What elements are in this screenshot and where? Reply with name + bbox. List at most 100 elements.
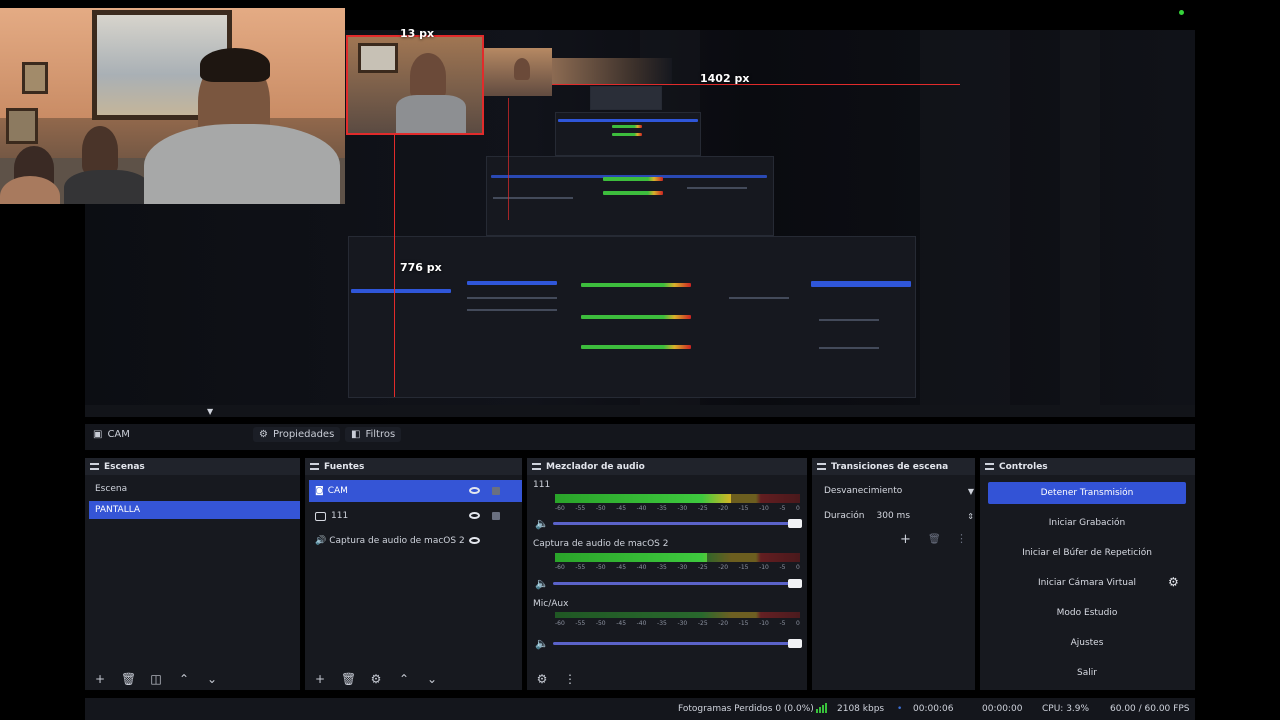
speaker-icon[interactable]: 🔈 bbox=[535, 577, 549, 590]
source-label: 111 bbox=[331, 511, 349, 521]
controls-dock: Controles Detener Transmisión Iniciar Gr… bbox=[980, 458, 1195, 690]
chevron-down-icon[interactable]: ▼ bbox=[207, 407, 213, 416]
source-name: ▣ CAM bbox=[93, 429, 130, 440]
trash-icon[interactable]: 🗑 bbox=[341, 672, 356, 686]
source-toolbar: ▣ CAM ⚙ Propiedades ◧ Filtros bbox=[85, 424, 1195, 450]
selected-source-box[interactable] bbox=[348, 37, 482, 133]
lock-icon[interactable] bbox=[492, 487, 500, 495]
properties-button[interactable]: ⚙ Propiedades bbox=[253, 427, 341, 442]
controls-header[interactable]: Controles bbox=[980, 458, 1195, 475]
trash-icon[interactable]: 🗑 bbox=[121, 672, 136, 686]
source-label: Captura de audio de macOS 2 bbox=[329, 536, 465, 546]
scenes-header[interactable]: Escenas bbox=[85, 458, 300, 475]
volume-slider[interactable] bbox=[553, 518, 802, 528]
move-up-icon[interactable]: ⌃ bbox=[397, 672, 411, 686]
exit-button[interactable]: Salir bbox=[988, 662, 1186, 684]
nested-webcam-strip bbox=[552, 58, 672, 84]
signal-icon bbox=[816, 703, 827, 713]
transitions-dock: Transiciones de escena Desvanecimiento ▼… bbox=[812, 458, 975, 690]
dock-menu-icon bbox=[985, 463, 994, 470]
volume-slider[interactable] bbox=[553, 578, 802, 588]
slider-knob[interactable] bbox=[788, 638, 802, 648]
filters-label: Filtros bbox=[365, 429, 396, 440]
level-meter bbox=[555, 612, 800, 618]
mixer-title: Mezclador de audio bbox=[546, 461, 645, 472]
eye-icon[interactable] bbox=[469, 487, 480, 494]
source-item-cam[interactable]: ◙ CAM bbox=[309, 480, 522, 502]
speaker-icon[interactable]: 🔈 bbox=[535, 637, 549, 650]
eye-icon[interactable] bbox=[469, 537, 480, 544]
slider-knob[interactable] bbox=[788, 578, 802, 588]
speaker-icon: 🔊 bbox=[315, 536, 327, 546]
gear-icon: ⚙ bbox=[259, 429, 268, 440]
sources-dock: Fuentes ◙ CAM 111 🔊 Captura de audio de … bbox=[305, 458, 522, 690]
trash-icon[interactable]: 🗑 bbox=[928, 534, 941, 545]
source-item-macos-audio[interactable]: 🔊 Captura de audio de macOS 2 bbox=[309, 531, 522, 551]
channel-name: Captura de audio de macOS 2 bbox=[533, 539, 669, 549]
move-down-icon[interactable]: ⌄ bbox=[205, 672, 219, 686]
guide-line bbox=[346, 133, 484, 135]
guide-line bbox=[508, 98, 509, 220]
eye-icon[interactable] bbox=[469, 512, 480, 519]
level-meter bbox=[555, 494, 800, 503]
controls-title: Controles bbox=[999, 461, 1048, 472]
add-icon[interactable]: + bbox=[93, 672, 107, 686]
start-recording-button[interactable]: Iniciar Grabación bbox=[988, 512, 1186, 534]
settings-button[interactable]: Ajustes bbox=[988, 632, 1186, 654]
volume-row: 🔈 bbox=[535, 577, 802, 590]
transition-select[interactable]: Desvanecimiento ▼ bbox=[820, 482, 974, 500]
preview-area[interactable]: 13 px 1402 px 776 px bbox=[0, 0, 1280, 405]
status-dot bbox=[1179, 10, 1184, 15]
guide-line bbox=[394, 133, 395, 397]
gear-icon[interactable]: ⚙ bbox=[1168, 575, 1179, 589]
transitions-header[interactable]: Transiciones de escena bbox=[812, 458, 975, 475]
dock-menu-icon bbox=[310, 463, 319, 470]
meter-ticks: -60 -55 -50 -45 -40 -35 -30 -25 -20 -15 -10 -5 0 bbox=[555, 505, 800, 512]
studio-mode-button[interactable]: Modo Estudio bbox=[988, 602, 1186, 624]
sources-header[interactable]: Fuentes bbox=[305, 458, 522, 475]
volume-slider[interactable] bbox=[553, 638, 802, 648]
chevron-down-icon: ▼ bbox=[967, 486, 974, 496]
camera-icon: ◙ bbox=[315, 486, 324, 496]
nested-capture-small bbox=[555, 112, 701, 156]
add-icon[interactable]: + bbox=[313, 672, 327, 686]
duration-value[interactable]: 300 ms bbox=[877, 511, 911, 521]
measure-left: 776 px bbox=[400, 261, 442, 274]
bitrate: 2108 kbps bbox=[837, 704, 885, 714]
nested-capture-medium bbox=[486, 156, 774, 236]
mixer-header[interactable]: Mezclador de audio bbox=[527, 458, 807, 475]
add-icon[interactable]: + bbox=[900, 532, 911, 547]
stepper-icon[interactable]: ⇕ bbox=[967, 512, 974, 521]
camera-icon: ▣ bbox=[93, 429, 103, 440]
duration-label: Duración bbox=[824, 511, 865, 521]
audio-mixer-dock: Mezclador de audio 111 -60 -55 -50 -45 -40 -3… bbox=[527, 458, 807, 690]
replay-buffer-button[interactable]: Iniciar el Búfer de Repetición bbox=[988, 542, 1186, 564]
properties-label: Propiedades bbox=[272, 429, 335, 440]
transition-selected: Desvanecimiento bbox=[824, 486, 903, 496]
dock-handle[interactable]: ▼ bbox=[85, 405, 1195, 417]
gear-icon[interactable]: ⚙ bbox=[369, 672, 383, 686]
slider-knob[interactable] bbox=[788, 518, 802, 528]
filter-icon[interactable]: ◫ bbox=[149, 672, 163, 686]
channel-name: 111 bbox=[533, 480, 551, 490]
speaker-icon[interactable]: 🔈 bbox=[535, 517, 549, 530]
webcam-overlay bbox=[0, 8, 345, 204]
source-item-111[interactable]: 111 bbox=[309, 506, 522, 526]
advanced-audio-icon[interactable]: ⚙ bbox=[535, 672, 549, 686]
lock-icon[interactable] bbox=[492, 512, 500, 520]
volume-row: 🔈 bbox=[535, 637, 802, 650]
mixer-toolbar: ⚙ ⋮ bbox=[535, 672, 577, 686]
move-down-icon[interactable]: ⌄ bbox=[425, 672, 439, 686]
filters-button[interactable]: ◧ Filtros bbox=[345, 427, 402, 442]
stream-time: 00:00:06 bbox=[913, 704, 954, 714]
scene-item-pantalla[interactable]: PANTALLA bbox=[89, 501, 300, 519]
duration-field[interactable]: Duración 300 ms ⇕ bbox=[820, 507, 974, 525]
move-up-icon[interactable]: ⌃ bbox=[177, 672, 191, 686]
meter-ticks: -60 -55 -50 -45 -40 -35 -30 -25 -20 -15 -10 -5 0 bbox=[555, 620, 800, 627]
status-bar: Fotogramas Perdidos 0 (0.0%) 2108 kbps •… bbox=[85, 698, 1195, 720]
more-options-icon[interactable]: ⋮ bbox=[956, 532, 967, 545]
stop-streaming-button[interactable]: Detener Transmisión bbox=[988, 482, 1186, 504]
scene-item-escena[interactable]: Escena bbox=[89, 480, 296, 498]
virtual-camera-button[interactable]: Iniciar Cámara Virtual bbox=[988, 572, 1186, 594]
more-options-icon[interactable]: ⋮ bbox=[563, 672, 577, 686]
